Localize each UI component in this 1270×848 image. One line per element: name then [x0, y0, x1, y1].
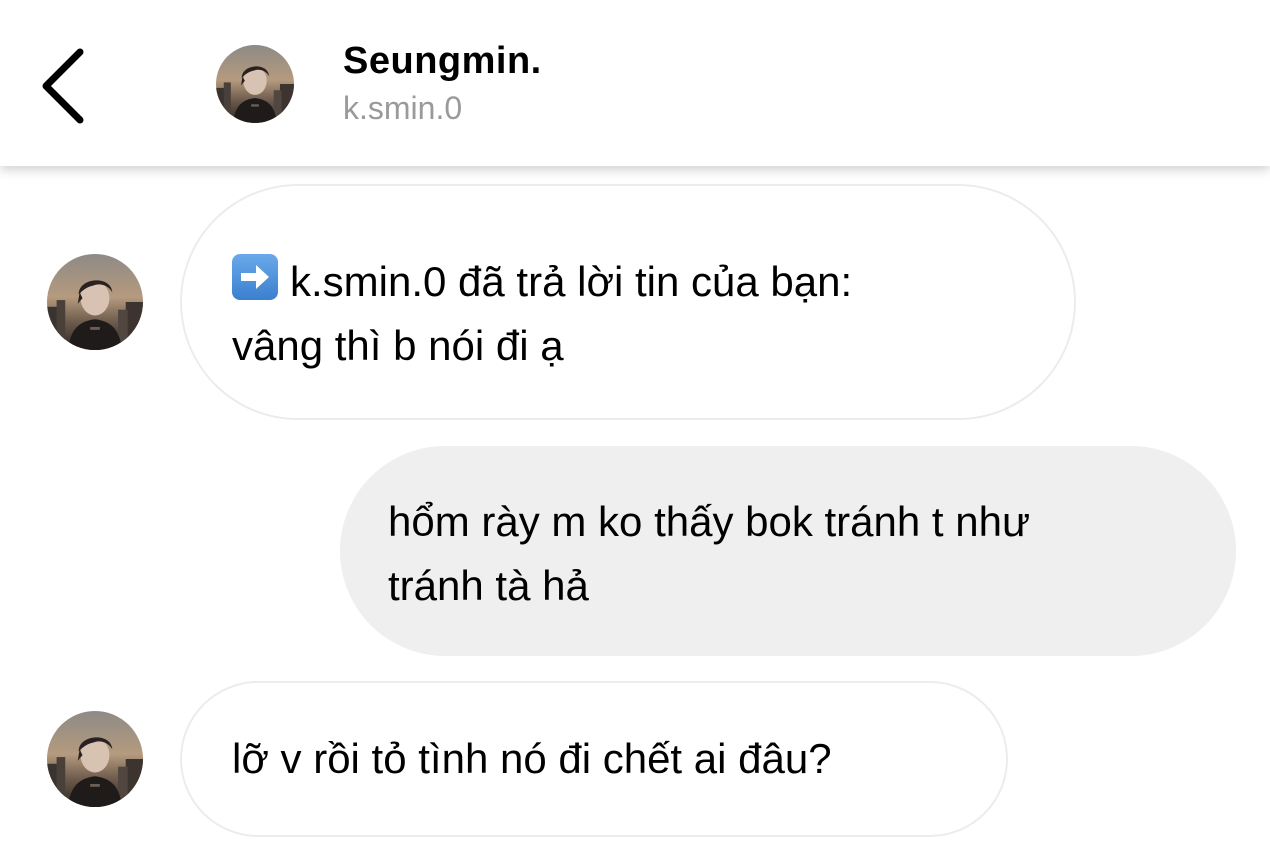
avatar-image	[47, 711, 143, 807]
header-avatar[interactable]	[216, 45, 294, 123]
chevron-left-icon	[42, 48, 84, 124]
chat-header: Seungmin. k.smin.0	[0, 0, 1270, 166]
back-button[interactable]	[30, 44, 100, 124]
message-line: tránh tà hả	[388, 562, 589, 609]
avatar-image	[216, 45, 294, 123]
message-bubble-incoming[interactable]: k.smin.0 đã trả lời tin của bạn: vâng th…	[180, 184, 1076, 420]
contact-username: k.smin.0	[343, 90, 463, 126]
message-line: vâng thì b nói đi ạ	[232, 322, 564, 369]
message-line: lỡ v rồi tỏ tình nó đi chết ai đâu?	[232, 735, 832, 782]
sender-avatar[interactable]	[47, 711, 143, 807]
sender-avatar[interactable]	[47, 254, 143, 350]
message-line: k.smin.0 đã trả lời tin của bạn:	[232, 250, 1034, 314]
message-line: hổm rày m ko thấy bok tránh t như	[388, 498, 1031, 545]
avatar-image	[47, 254, 143, 350]
message-bubble-outgoing[interactable]: hổm rày m ko thấy bok tránh t như tránh …	[340, 446, 1236, 656]
right-arrow-emoji-icon	[232, 254, 278, 300]
message-bubble-incoming[interactable]: lỡ v rồi tỏ tình nó đi chết ai đâu?	[180, 681, 1008, 837]
contact-name[interactable]: Seungmin.	[343, 40, 542, 83]
